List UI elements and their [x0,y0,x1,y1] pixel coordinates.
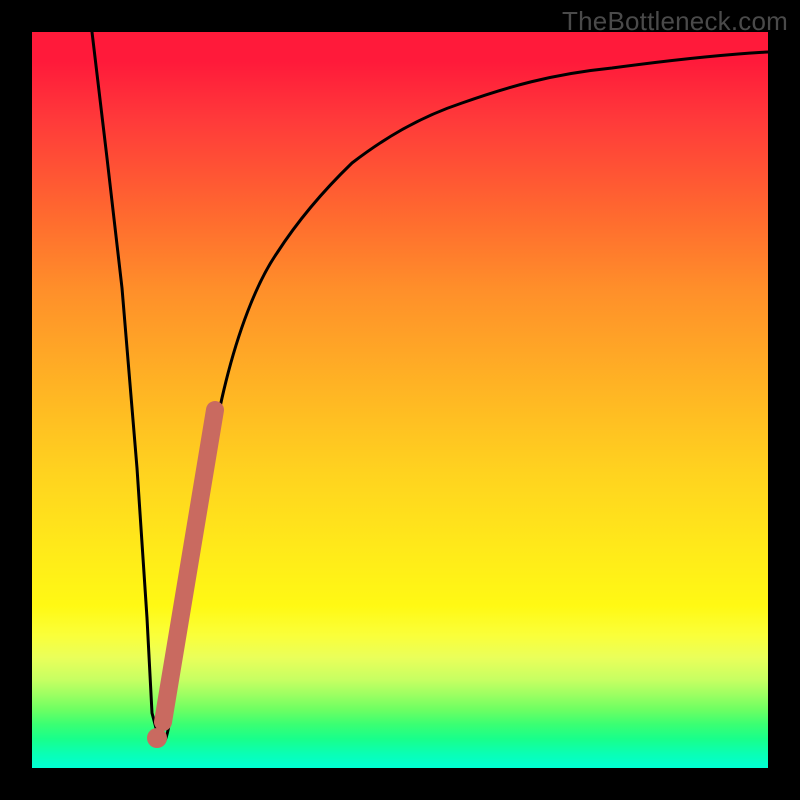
plot-area [32,32,768,768]
chart-svg [32,32,768,768]
bottleneck-curve [92,32,768,744]
chart-frame: TheBottleneck.com [0,0,800,800]
highlight-segment [163,410,215,722]
highlight-dot [147,728,167,748]
